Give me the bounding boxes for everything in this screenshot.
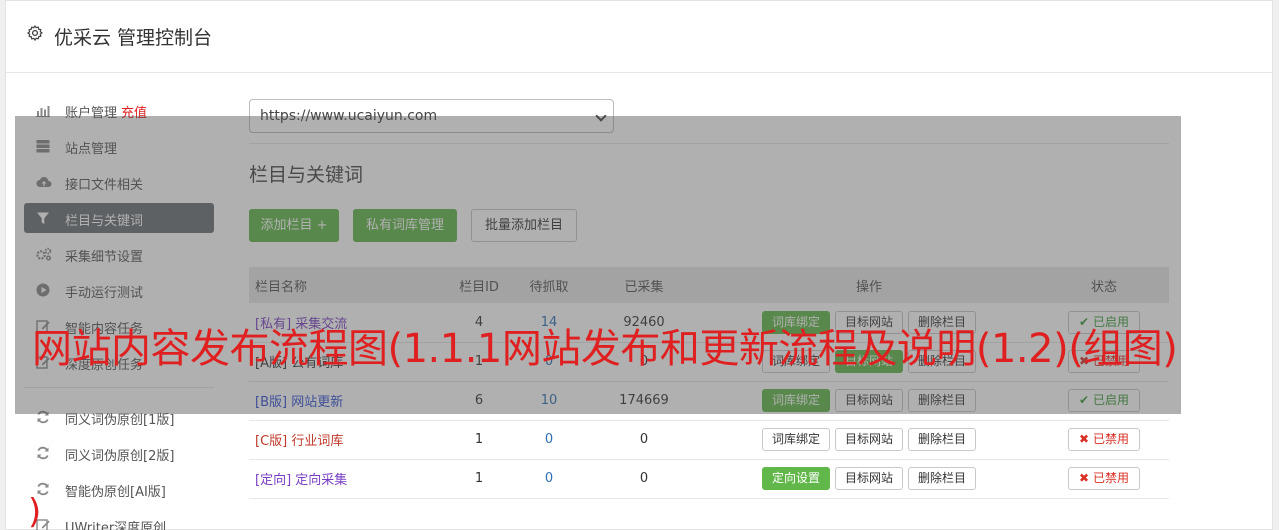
bar-chart-icon — [36, 103, 50, 117]
sidebar-item-label: 智能伪原创[AI版] — [65, 485, 166, 500]
target-site-button[interactable]: 目标网站 — [834, 428, 903, 451]
status-label: 已禁用 — [1092, 471, 1129, 485]
status-label: 已禁用 — [1092, 432, 1129, 446]
collected-count: 0 — [589, 459, 699, 499]
sidebar-item-label: UWriter深度原创 — [65, 521, 167, 530]
collected-count: 0 — [589, 420, 699, 460]
gear-icon — [27, 25, 43, 41]
column-id: 1 — [449, 459, 509, 499]
table-row: [定向] 定向采集 1 0 0 定向设置 目标网站 删除栏目 ✖ 已禁用 — [249, 459, 1169, 499]
sidebar-item-ai-rewrite[interactable]: 智能伪原创[AI版] — [24, 474, 214, 504]
pending-count[interactable]: 0 — [509, 420, 589, 460]
sidebar-item-synonym-v2[interactable]: 同义词伪原创[2版] — [24, 438, 214, 468]
column-id: 1 — [449, 420, 509, 460]
lexicon-bind-button[interactable]: 词库绑定 — [761, 428, 830, 451]
watermark-text: 网站内容发布流程图(1.1.1网站发布和更新流程及说明(1.2)(组图) — [32, 326, 1178, 372]
status-toggle[interactable]: ✖ 已禁用 — [1068, 467, 1140, 490]
console-title: 优采云 管理控制台 — [54, 27, 213, 49]
console-header: 优采云 管理控制台 — [6, 1, 1272, 73]
pending-count[interactable]: 0 — [509, 459, 589, 499]
refresh-icon — [36, 446, 50, 460]
sidebar-item-label: 同义词伪原创[2版] — [65, 449, 175, 464]
watermark-paren: ) — [28, 492, 42, 530]
status-toggle[interactable]: ✖ 已禁用 — [1068, 428, 1140, 451]
close-icon: ✖ — [1079, 432, 1090, 446]
column-tag: [定向] — [255, 473, 292, 488]
target-site-button[interactable]: 目标网站 — [834, 467, 903, 490]
delete-column-button[interactable]: 删除栏目 — [908, 428, 977, 451]
directed-settings-button[interactable]: 定向设置 — [761, 467, 830, 490]
column-name-link[interactable]: 行业词库 — [291, 434, 343, 449]
close-icon: ✖ — [1079, 471, 1090, 485]
delete-column-button[interactable]: 删除栏目 — [908, 467, 977, 490]
column-tag: [C版] — [255, 434, 288, 449]
sidebar-item-uwriter[interactable]: UWriter深度原创 — [24, 510, 214, 530]
column-name-link[interactable]: 定向采集 — [295, 473, 347, 488]
table-row: [C版] 行业词库 1 0 0 词库绑定 目标网站 删除栏目 ✖ 已禁用 — [249, 420, 1169, 460]
